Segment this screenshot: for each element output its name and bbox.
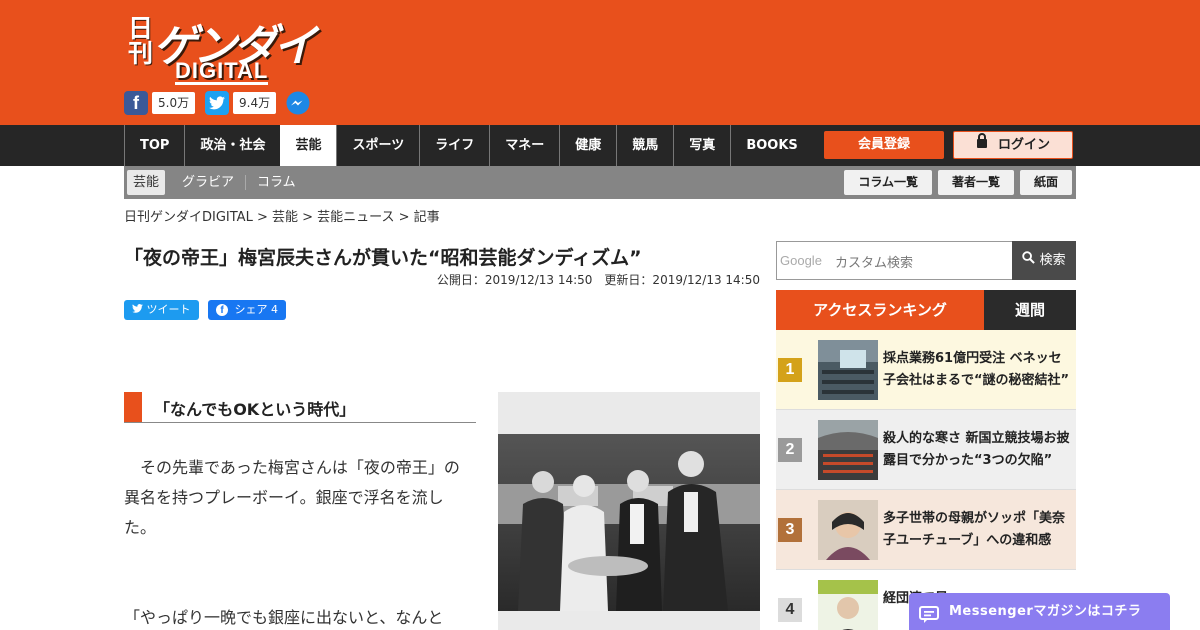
twitter-icon: [132, 303, 147, 316]
ranking-thumbnail[interactable]: [818, 580, 878, 630]
ranking-thumbnail[interactable]: [818, 500, 878, 560]
tab-weekly[interactable]: 週間: [984, 290, 1076, 330]
share-label: シェア 4: [234, 303, 279, 316]
messenger-banner-label: Messengerマガジンはコチラ: [949, 604, 1142, 619]
ranking-item[interactable]: 1 採点業務61億円受注 ベネッセ子会社はまるで“謎の秘密結社”: [776, 330, 1076, 410]
nav-item[interactable]: マネー: [489, 125, 559, 166]
nav-item[interactable]: BOOKS: [730, 125, 812, 166]
tweet-button[interactable]: ツイート: [124, 300, 199, 320]
ranking-number: 2: [778, 438, 802, 462]
ranking-item[interactable]: 3 多子世帯の母親がソッポ「美奈子ユーチューブ」への違和感: [776, 490, 1076, 570]
ranking-tabs: アクセスランキング 週間: [776, 290, 1076, 330]
site-search: Google カスタム検索 検索: [776, 241, 1076, 280]
section-heading: 「なんでもOKという時代」: [124, 392, 476, 423]
facebook-share-button[interactable]: f シェア 4: [208, 300, 286, 320]
facebook-icon: f: [124, 91, 148, 115]
breadcrumb[interactable]: 日刊ゲンダイDIGITAL > 芸能 > 芸能ニュース > 記事: [124, 206, 440, 225]
nav-item[interactable]: 競馬: [616, 125, 673, 166]
nav-item[interactable]: 健康: [559, 125, 616, 166]
messenger-icon: [286, 91, 310, 119]
ranking-title[interactable]: 多子世帯の母親がソッポ「美奈子ユーチューブ」への違和感: [883, 508, 1073, 552]
twitter-follow[interactable]: 9.4万: [205, 91, 277, 115]
logo-nikkan: 日刊: [128, 14, 154, 68]
subnav-item[interactable]: コラム: [245, 175, 307, 190]
ranking-title[interactable]: 殺人的な寒さ 新国立競技場お披露目で分かった“3つの欠陥”: [883, 428, 1073, 472]
ranking-title[interactable]: 採点業務61億円受注 ベネッセ子会社はまるで“謎の秘密結社”: [883, 348, 1073, 392]
nav-item[interactable]: スポーツ: [336, 125, 419, 166]
search-button[interactable]: 検索: [1012, 241, 1076, 280]
logo-digital: DIGITAL: [175, 58, 269, 85]
tab-access-ranking[interactable]: アクセスランキング: [776, 290, 984, 330]
article-photo[interactable]: [498, 392, 760, 630]
ranking-number: 1: [778, 358, 802, 382]
nav-item[interactable]: 政治・社会: [184, 125, 280, 166]
nav-item[interactable]: ライフ: [419, 125, 489, 166]
article-paragraph: 「やっぱり一晩でも銀座に出ないと、なんと: [124, 608, 444, 627]
twitter-icon: [205, 91, 229, 115]
ranking-item[interactable]: 2 殺人的な寒さ 新国立競技場お披露目で分かった“3つの欠陥”: [776, 410, 1076, 490]
article-title: 「夜の帝王」梅宮辰夫さんが貫いた“昭和芸能ダンディズム”: [124, 247, 642, 269]
heading-accent-bar: [124, 392, 142, 422]
subnav-button[interactable]: 著者一覧: [937, 170, 1014, 195]
subnav-item[interactable]: グラビア: [171, 175, 245, 190]
site-logo[interactable]: 日刊 ゲンダイ DIGITAL: [125, 10, 317, 85]
messenger-magazine-banner[interactable]: Messengerマガジンはコチラ: [909, 593, 1170, 630]
chat-icon: [919, 602, 939, 623]
tweet-label: ツイート: [146, 303, 191, 316]
twitter-count: 9.4万: [233, 92, 277, 114]
article-dates: 公開日：2019/12/13 14:50 更新日：2019/12/13 14:5…: [436, 273, 760, 287]
facebook-follow[interactable]: f 5.0万: [124, 91, 196, 115]
register-button[interactable]: 会員登録: [824, 131, 944, 159]
search-icon: [1022, 241, 1036, 280]
subnav-button[interactable]: 紙面: [1019, 170, 1072, 195]
ranking-number: 3: [778, 518, 802, 542]
login-button[interactable]: ログイン: [953, 131, 1073, 159]
photo-image: [498, 434, 760, 611]
site-header: 日刊 ゲンダイ DIGITAL f 5.0万 9.4万: [0, 0, 1200, 125]
nav-item[interactable]: 写真: [673, 125, 730, 166]
ranking-thumbnail[interactable]: [818, 420, 878, 480]
facebook-count: 5.0万: [152, 92, 196, 114]
nav-item[interactable]: 芸能: [280, 125, 337, 166]
lock-icon: [976, 132, 988, 158]
facebook-icon: f: [216, 304, 228, 316]
subnav-item[interactable]: 芸能: [127, 170, 166, 195]
messenger-follow[interactable]: [286, 91, 310, 119]
nav-item[interactable]: TOP: [124, 125, 184, 166]
login-label: ログイン: [997, 137, 1050, 153]
sub-nav: 芸能 グラビア コラム コラム一覧 著者一覧 紙面: [124, 166, 1076, 199]
section-heading-text: 「なんでもOKという時代」: [154, 400, 356, 419]
google-logo: Google: [780, 253, 822, 268]
ranking-thumbnail[interactable]: [818, 340, 878, 400]
search-input[interactable]: カスタム検索: [835, 252, 913, 271]
search-button-label: 検索: [1039, 253, 1066, 268]
ranking-number: 4: [778, 598, 802, 622]
article-paragraph: その先輩であった梅宮さんは「夜の帝王」の異名を持つプレーボーイ。銀座で浮名を流し…: [124, 458, 460, 537]
subnav-button[interactable]: コラム一覧: [844, 170, 932, 195]
